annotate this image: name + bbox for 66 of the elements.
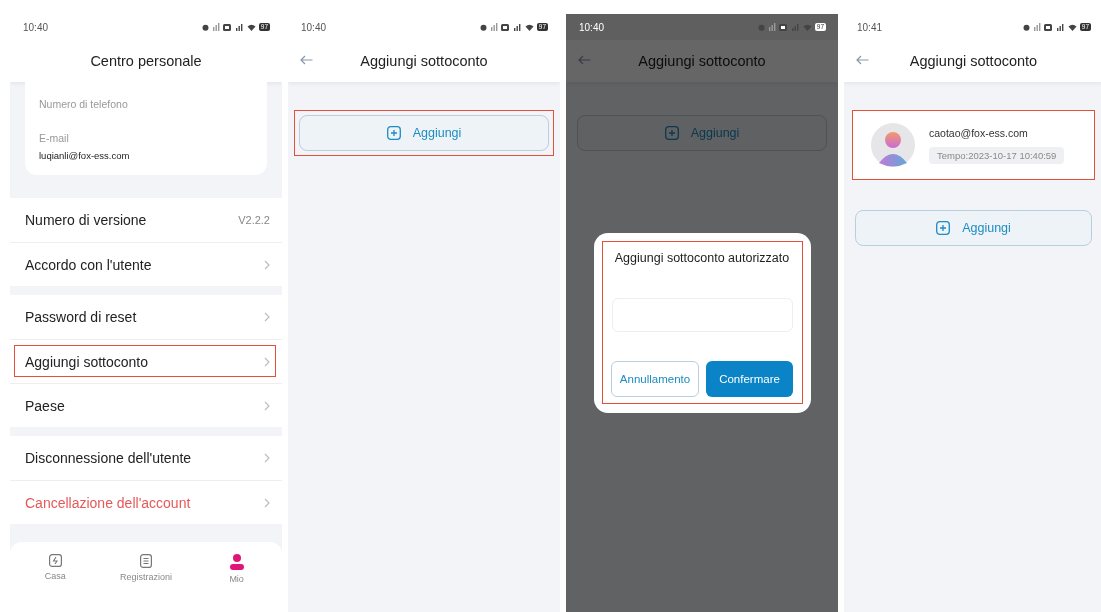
hd-icon (222, 23, 231, 31)
wifi-icon (1067, 23, 1077, 31)
screen-title: Aggiungi sottoconto (360, 53, 488, 69)
nav-tab[interactable]: Casa (20, 554, 91, 612)
chevron-icon (264, 312, 270, 322)
cancel-button[interactable]: Annullamento (611, 361, 699, 397)
chevron-icon (264, 453, 270, 463)
signal-icon (1032, 23, 1041, 31)
time-tag: Tempo:2023-10-17 10:40:59 (929, 146, 1065, 164)
menu-item[interactable]: Paese (10, 383, 282, 427)
hd-icon (778, 23, 787, 31)
alarm-icon (1022, 23, 1030, 31)
add-button[interactable]: Aggiungi (855, 210, 1092, 246)
signal-icon (489, 23, 498, 31)
field-label: Numero di telefono (39, 98, 129, 110)
back-arrow-icon[interactable] (578, 55, 591, 65)
menu-item[interactable]: Numero di versione V2.2.2 (10, 198, 282, 242)
menu-item[interactable]: Password di reset (10, 295, 282, 339)
hd-icon (1043, 23, 1052, 31)
dialog-title: Aggiungi sottoconto autorizzato (614, 251, 790, 265)
wifi-icon (524, 23, 534, 31)
account-card[interactable]: caotao@fox-ess.com Tempo:2023-10-17 10:40:59 (852, 110, 1095, 180)
document-icon (140, 554, 152, 568)
avatar-icon (871, 123, 915, 167)
lightning-icon (48, 554, 62, 567)
chevron-icon (264, 400, 270, 411)
back-arrow-icon[interactable] (300, 55, 313, 65)
plus-icon (386, 126, 401, 140)
hd-icon (500, 23, 509, 31)
screen-title: Aggiungi sottoconto (909, 53, 1038, 69)
cellular-icon (233, 23, 244, 31)
signal-icon (767, 23, 776, 31)
chevron-icon (264, 356, 270, 367)
status-time: 10:40 (579, 21, 605, 33)
cellular-icon (1054, 23, 1065, 31)
field-value: luqianli@fox-ess.com (39, 150, 131, 161)
status-time: 10:40 (301, 21, 327, 33)
alarm-icon (479, 23, 487, 31)
add-button[interactable]: Aggiungi (299, 115, 549, 151)
field-label: E-mail (39, 132, 70, 144)
menu-item[interactable]: Cancellazione dell'account (10, 480, 282, 524)
account-email: caotao@fox-ess.com (929, 126, 1029, 139)
plus-icon (664, 126, 679, 140)
screen-title: Aggiungi sottoconto (638, 53, 766, 69)
wifi-icon (246, 23, 256, 31)
cellular-icon (789, 23, 800, 31)
wifi-icon (802, 23, 812, 31)
nav-tab[interactable]: Registrazioni (111, 554, 181, 612)
menu-item[interactable]: Accordo con l'utente (10, 242, 282, 286)
back-arrow-icon[interactable] (856, 55, 869, 65)
chevron-icon (264, 259, 270, 270)
person-icon (229, 554, 244, 570)
plus-icon (936, 221, 951, 235)
alarm-icon (201, 23, 209, 31)
screen-title: Centro personale (90, 53, 202, 69)
status-time: 10:40 (23, 21, 49, 33)
nav-tab[interactable]: Mio (201, 554, 272, 612)
confirm-button[interactable]: Confermare (706, 361, 793, 397)
menu-item[interactable]: Aggiungi sottoconto (10, 339, 282, 383)
menu-item[interactable]: Disconnessione dell'utente (10, 436, 282, 480)
version-value: V2.2.2 (238, 214, 270, 226)
status-time: 10:41 (857, 21, 883, 33)
cellular-icon (511, 23, 522, 31)
signal-icon (211, 23, 220, 31)
chevron-icon (264, 497, 270, 508)
alarm-icon (757, 23, 765, 31)
